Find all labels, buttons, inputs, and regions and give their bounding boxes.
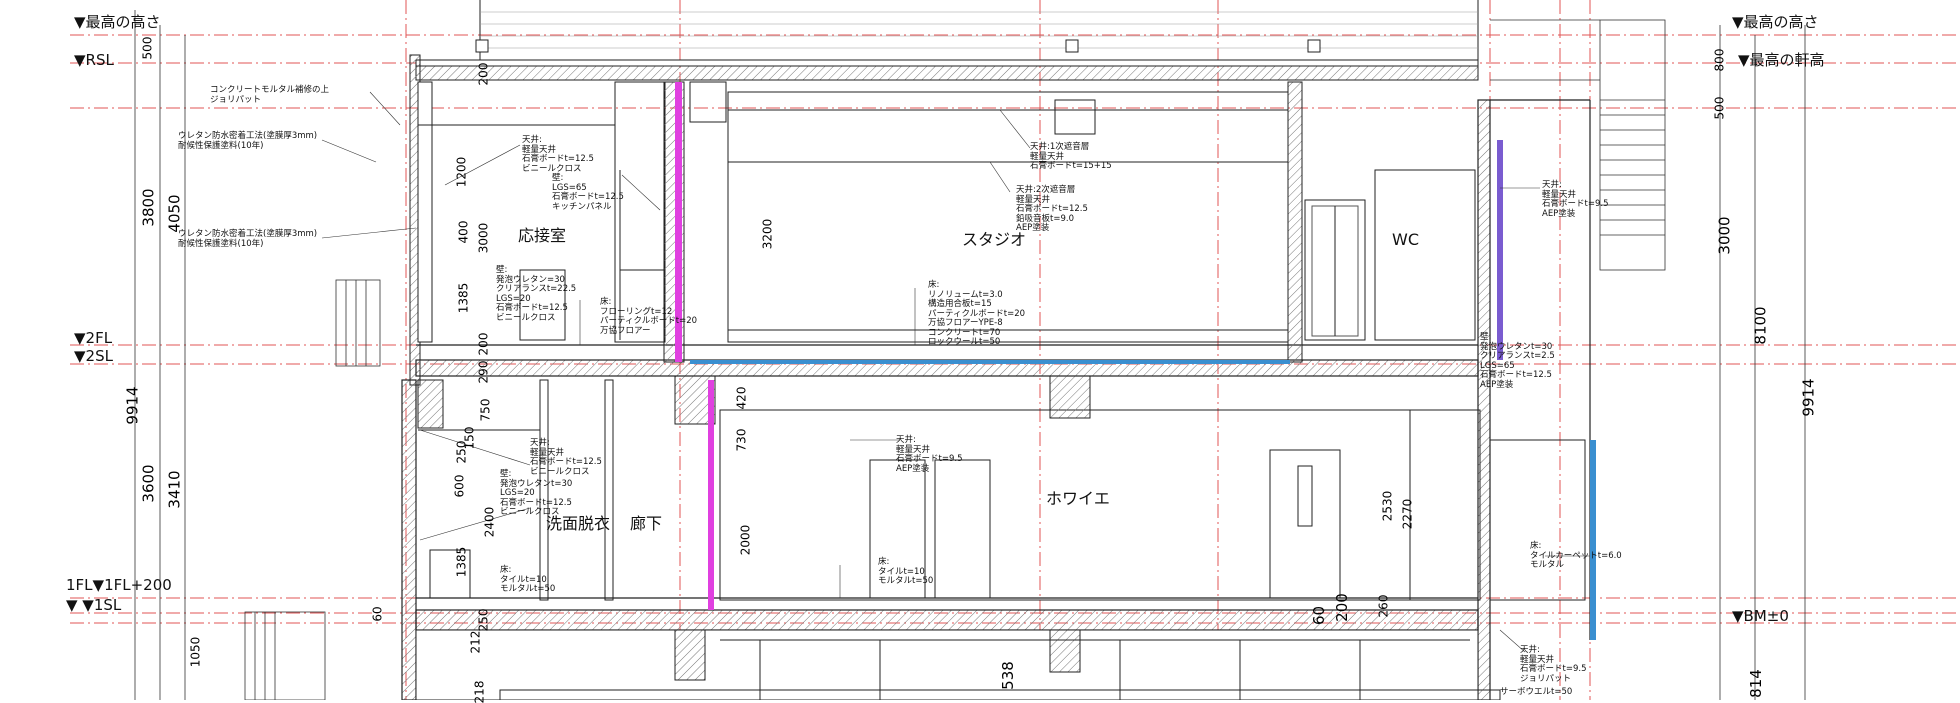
dim-60-b: 60	[1310, 605, 1329, 626]
dim-2530: 2530	[1380, 490, 1395, 522]
dim-9914-left: 9914	[123, 386, 142, 425]
dim-200-b: 200	[476, 332, 491, 356]
note-basement-bottom: サーボウエルt=50	[1500, 687, 1573, 697]
dim-250-b: 250	[476, 608, 491, 632]
note-wash-wall: 壁: 発泡ウレタンt=30 LGS=20 石膏ボードt=12.5 ビニールクロス	[500, 469, 573, 517]
note-waterproof-1: ウレタン防水密着工法(塗膜厚3mm) 耐候性保護塗料(10年)	[178, 131, 318, 151]
section-drawing	[70, 0, 1960, 700]
level-max-height-right: ▼最高の高さ	[1732, 13, 1819, 31]
room-washroom: 洗面脱衣	[546, 514, 611, 533]
note-studio-floor: 床: リノリュームt=3.0 構造用合板t=15 パーティクルボードt=20 万協フロア…	[928, 280, 1026, 347]
note-basement-ceiling: 天井: 軽量天井 石膏ボードt=9.5 ジョリパット	[1520, 645, 1587, 684]
room-wc: WC	[1392, 230, 1419, 249]
dim-500-right: 500	[1712, 96, 1727, 120]
dim-1385-a: 1385	[456, 282, 471, 314]
floor-slabs	[415, 344, 1479, 631]
dim-3200: 3200	[760, 218, 775, 250]
dim-3000-right: 3000	[1715, 216, 1734, 255]
note-reception-ceiling: 天井: 軽量天井 石膏ボードt=12.5 ビニールクロス	[522, 135, 594, 174]
dim-3410: 3410	[165, 470, 184, 509]
note-foyer-ceiling: 天井: 軽量天井 石膏ボードt=9.5 AEP塗装	[896, 435, 963, 474]
room-foyer: ホワイエ	[1046, 489, 1110, 508]
dim-1200: 1200	[454, 156, 469, 188]
dim-9914-right: 9914	[1799, 378, 1818, 417]
dim-1050: 1050	[188, 636, 203, 668]
note-studio-ceiling-1: 天井:1次遮音層 軽量天井 石膏ボードt=15+15	[1030, 142, 1112, 171]
dim-730: 730	[734, 428, 749, 452]
note-studio-ceiling-2: 天井:2次遮音層 軽量天井 石膏ボードt=12.5 鉛吸音板t=9.0 AEP塗装	[1016, 185, 1088, 233]
note-reception-floor: 床: フローリングt=12 パーティクルボードt=20 万協フロアー	[600, 297, 698, 336]
note-right-floor: 床: タイルカーペットt=6.0 モルタル	[1530, 541, 1622, 570]
dim-814: 814	[1746, 669, 1765, 698]
dim-3800: 3800	[139, 188, 158, 227]
note-foyer-floor: 床: タイルt=10 モルタルt=50	[878, 557, 934, 586]
dim-60-a: 60	[370, 606, 385, 622]
dim-538: 538	[998, 661, 1017, 690]
dim-600: 600	[452, 474, 467, 498]
room-studio: スタジオ	[962, 230, 1027, 249]
dim-1385-b: 1385	[454, 546, 469, 578]
note-wc-ceiling: 天井: 軽量天井 石膏ボードt=9.5 AEP塗装	[1542, 180, 1609, 219]
level-1fl: 1FL▼1FL+200	[66, 576, 172, 594]
dim-200-a: 200	[476, 62, 491, 86]
grid-lines	[70, 0, 1960, 700]
dim-150: 150	[462, 426, 477, 450]
note-waterproof-2: ウレタン防水密着工法(塗膜厚3mm) 耐候性保護塗料(10年)	[178, 229, 318, 249]
dim-2000: 2000	[738, 524, 753, 556]
dim-8100: 8100	[1751, 306, 1770, 345]
basement	[415, 629, 1501, 700]
level-max-height-left: ▼最高の高さ	[74, 13, 161, 31]
dim-3600: 3600	[139, 464, 158, 503]
level-1sl: ▼ ▼1SL	[66, 596, 122, 614]
dim-750: 750	[478, 398, 493, 422]
level-2sl: ▼2SL	[74, 347, 113, 365]
dim-260: 260	[1376, 594, 1391, 618]
dim-290: 290	[476, 360, 491, 384]
note-reception-wall: 壁: 発泡ウレタン=30 クリアランスt=22.5 LGS=20 石膏ボードt=12.5…	[496, 265, 577, 323]
note-wc-wall: 壁: 発泡ウレタンt=30 クリアランスt=2.5 LGS=65 石膏ボードt=12.5…	[1480, 332, 1555, 390]
dim-2270: 2270	[1400, 498, 1415, 530]
dim-800: 800	[1712, 48, 1727, 72]
dim-2400: 2400	[482, 506, 497, 538]
level-2fl: ▼2FL	[74, 329, 113, 347]
first-floor-partitions	[417, 375, 1596, 640]
dim-212: 212	[468, 630, 483, 654]
dim-500: 500	[140, 36, 155, 60]
dim-400: 400	[456, 220, 471, 244]
level-max-eaves: ▼最高の軒高	[1738, 51, 1825, 69]
level-bm: ▼BM±0	[1732, 607, 1789, 625]
note-wash-floor: 床: タイルt=10 モルタルt=50	[500, 565, 556, 594]
note-reception-wall-upper: 壁: LGS=65 石膏ボードt=12.5 キッチンパネル	[552, 173, 624, 212]
dim-200-c: 200	[1332, 593, 1351, 622]
note-mortar: コンクリートモルタル補修の上 ジョリパット	[210, 85, 330, 105]
room-corridor: 廊下	[630, 514, 663, 533]
level-rsl: ▼RSL	[74, 51, 114, 69]
dim-420: 420	[734, 386, 749, 410]
room-reception: 応接室	[518, 226, 567, 245]
dim-3000-a: 3000	[476, 222, 491, 254]
dim-4050: 4050	[165, 194, 184, 233]
